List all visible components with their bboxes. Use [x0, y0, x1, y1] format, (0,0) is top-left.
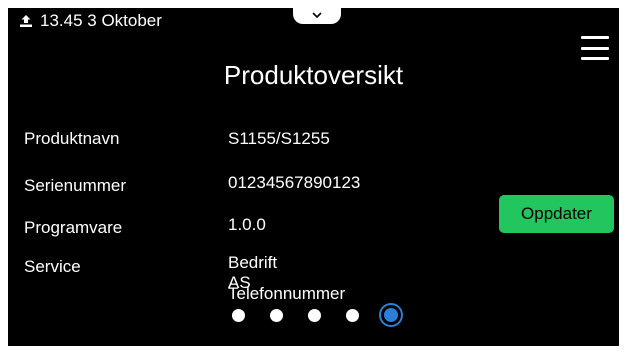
serial-number-label: Serienummer — [24, 176, 127, 195]
chevron-down-icon — [312, 12, 322, 19]
service-label: Service — [24, 257, 81, 276]
update-button[interactable]: Oppdater — [499, 195, 614, 233]
serial-number-value: 01234567890123 — [228, 173, 361, 192]
page-dot-3[interactable] — [307, 308, 321, 322]
software-label: Programvare — [24, 218, 123, 237]
hamburger-menu-icon[interactable] — [581, 36, 609, 60]
service-phone-value: Telefonnummer — [228, 284, 346, 303]
page-indicator — [8, 308, 619, 322]
page-title: Produktoversikt — [223, 60, 404, 90]
product-name-label: Produktnavn — [24, 129, 120, 148]
product-name-value: S1155/S1255 — [228, 129, 330, 148]
page-dot-4[interactable] — [345, 308, 359, 322]
pull-down-tab[interactable] — [293, 8, 341, 24]
software-value: 1.0.0 — [228, 215, 266, 234]
display-screen: 13.45 3 Oktober Produktoversikt Produktn… — [8, 8, 619, 346]
page-dot-1[interactable] — [231, 308, 245, 322]
upload-icon — [20, 15, 32, 27]
page-dot-2[interactable] — [269, 308, 283, 322]
status-bar: 13.45 3 Oktober — [18, 10, 162, 32]
page-dot-5-active[interactable] — [383, 308, 398, 322]
status-datetime: 13.45 3 Oktober — [40, 11, 162, 30]
